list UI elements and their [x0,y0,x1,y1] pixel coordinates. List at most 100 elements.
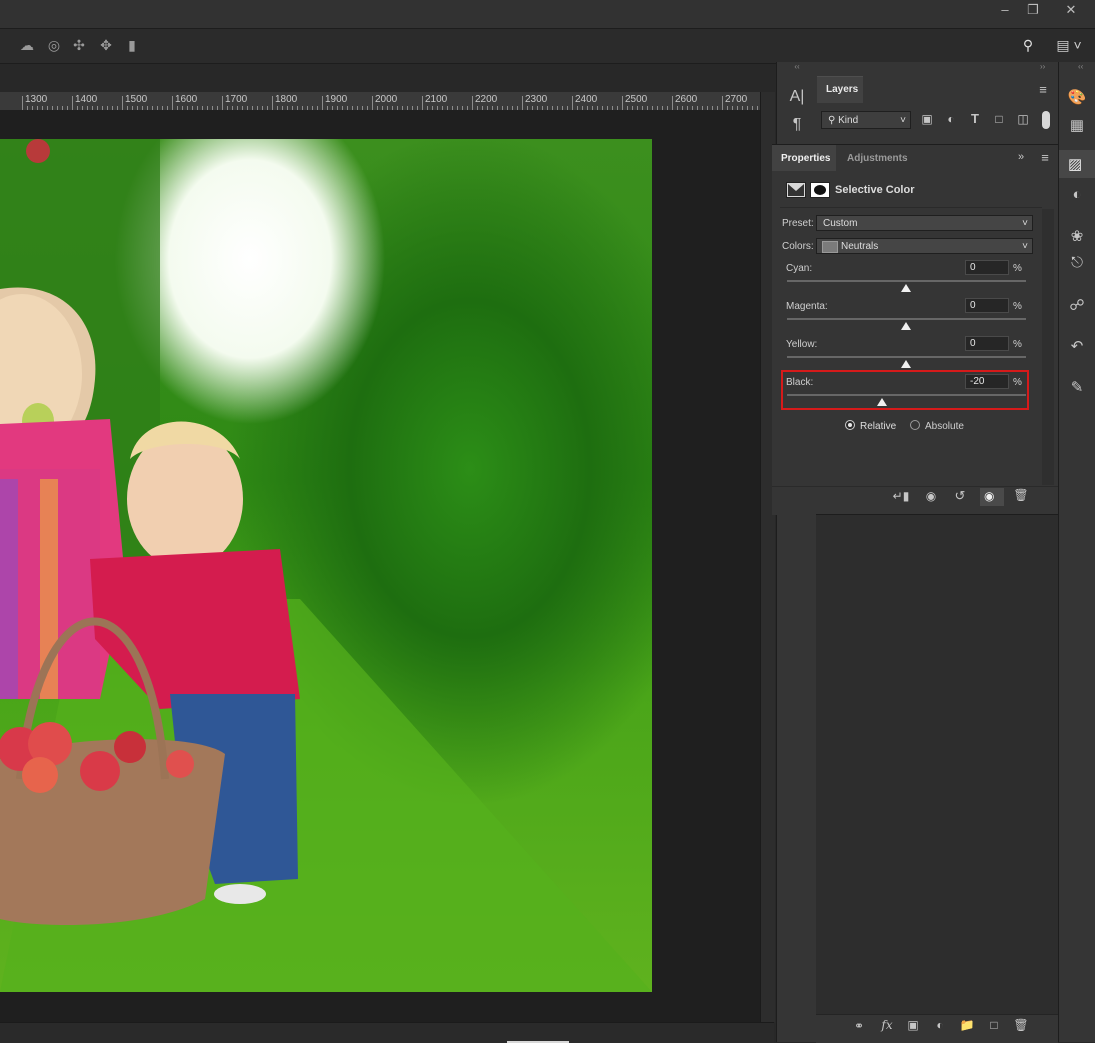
3d-camera-icon[interactable]: ▮ [122,36,142,54]
ruler-label: 2300 [525,94,548,105]
ruler-label: 2400 [575,94,598,105]
yellow-slider-track[interactable] [787,356,1026,358]
view-previous-icon[interactable]: ◉ [921,489,941,503]
preset-dropdown[interactable]: Custom ˅ [816,215,1033,231]
ruler-major-tick [572,96,573,110]
filter-smart-object-icon[interactable]: ◫ [1015,112,1031,126]
reset-icon[interactable]: ↺ [950,488,970,504]
layers-list-area [816,514,1058,1043]
paragraph-icon[interactable]: ¶ [786,116,808,134]
divider [780,207,1042,208]
new-group-icon[interactable]: 📁 [958,1018,976,1032]
ruler-major-tick [372,96,373,110]
adjustment-layer-icon[interactable] [786,182,806,198]
3d-orbit-icon[interactable]: ☁ [17,36,37,54]
ruler-label: 1400 [75,94,98,105]
properties-scrollbar[interactable] [1042,209,1054,485]
adjustments-icon[interactable]: ◐ [1066,186,1088,203]
expand-dock-icon[interactable]: ›› [1040,63,1054,71]
yellow-value-field[interactable]: 0 [965,336,1009,351]
3d-pan-icon[interactable]: ✣ [69,36,89,54]
collapse-dock-icon[interactable]: ‹‹ [780,63,814,71]
color-palette-icon[interactable]: 🎨 [1066,88,1088,106]
ruler-label: 2000 [375,94,398,105]
character-icon[interactable]: A| [786,88,808,106]
right-panel-dock [1058,62,1095,1042]
relative-label[interactable]: Relative [860,421,896,432]
cyan-value-field[interactable]: 0 [965,260,1009,275]
paths-icon[interactable]: ⎋ [1066,254,1088,271]
ruler-major-tick [172,96,173,110]
horizontal-scrollbar[interactable] [0,1022,774,1043]
collapse-right-dock-icon[interactable]: ‹‹ [1078,63,1092,71]
brush-settings-icon[interactable]: ✎ [1066,378,1088,396]
document-image[interactable] [0,139,652,992]
close-icon[interactable]: ✕ [1056,0,1086,22]
cyan-slider-track[interactable] [787,280,1026,282]
3d-slide-icon[interactable]: ✥ [96,36,116,54]
3d-roll-icon[interactable]: ◎ [44,36,64,54]
horizontal-ruler: 1300 1400 1500 1600 1700 1800 1900 2000 2100 2200… [0,92,768,111]
ruler-major-tick [22,96,23,110]
cyan-slider-thumb[interactable] [901,284,911,292]
filter-shape-icon[interactable]: □ [991,112,1007,126]
layer-filter-dropdown[interactable]: ⚲ Kind ˅ [821,111,911,129]
add-mask-icon[interactable]: ▣ [904,1018,922,1032]
link-layers-icon[interactable]: ⚭ [850,1019,868,1033]
magenta-value-field[interactable]: 0 [965,298,1009,313]
search-icon[interactable]: ⚲ [1018,36,1038,54]
tab-adjustments[interactable]: Adjustments [838,145,918,171]
restore-icon[interactable]: ❐ [1018,0,1048,22]
ruler-major-tick [222,96,223,110]
fx-icon[interactable]: fx [878,1018,896,1032]
layer-mask-icon[interactable] [810,182,830,198]
ruler-major-tick [122,96,123,110]
tab-layers[interactable]: Layers [817,76,863,103]
filter-type-icon[interactable]: T [967,111,983,126]
colors-value: Neutrals [841,241,879,252]
filter-search-icon: ⚲ [828,115,836,126]
delete-icon[interactable]: 🗑 [1012,488,1030,502]
yellow-slider-thumb[interactable] [901,360,911,368]
visibility-toggle[interactable]: ◉ [980,488,1004,506]
properties-menu-icon[interactable]: ≡ [1038,150,1052,165]
new-layer-icon[interactable]: □ [985,1018,1003,1032]
tab-properties[interactable]: Properties [772,145,836,171]
chevron-down-icon: ˅ [1022,218,1028,229]
3d-panel-button[interactable]: ▨ [1059,150,1095,178]
magenta-slider-thumb[interactable] [901,322,911,330]
filter-pixel-icon[interactable]: ▣ [919,112,935,126]
absolute-label[interactable]: Absolute [925,421,964,432]
title-bar [0,0,1095,28]
3d-cube-icon: ▨ [1068,156,1083,173]
options-bar [0,28,1095,64]
yellow-label: Yellow: [786,339,818,350]
ruler-label: 1500 [125,94,148,105]
clip-to-layer-icon[interactable]: ↵▮ [892,489,910,503]
channels-icon[interactable]: ❀ [1066,227,1088,245]
workspace-icon[interactable]: ▤ ˅ [1052,36,1086,54]
history-icon[interactable]: ↶ [1066,337,1088,355]
delete-layer-icon[interactable]: 🗑 [1012,1018,1030,1032]
chevron-down-icon: ˅ [1022,241,1028,252]
libraries-icon[interactable]: ☍ [1066,296,1088,314]
magenta-label: Magenta: [786,301,828,312]
collapse-panel-icon[interactable]: » [1014,151,1028,163]
photo-scene [0,139,652,992]
ruler-major-tick [272,96,273,110]
new-adjustment-icon[interactable]: ◐ [931,1018,949,1032]
panel-menu-icon[interactable]: ≡ [1036,82,1050,97]
relative-radio[interactable] [845,420,855,430]
absolute-radio[interactable] [910,420,920,430]
neutral-swatch [822,241,838,253]
ruler-major-tick [672,96,673,110]
filter-toggle[interactable] [1042,111,1050,129]
filter-adjustment-icon[interactable]: ◐ [943,112,959,126]
ruler-major-tick [422,96,423,110]
colors-dropdown[interactable]: Neutrals ˅ [816,238,1033,254]
minimize-icon[interactable]: – [990,0,1020,22]
ruler-major-tick [472,96,473,110]
magenta-slider-track[interactable] [787,318,1026,320]
swatches-grid-icon[interactable]: ▦ [1066,116,1088,134]
preset-value: Custom [823,218,858,229]
